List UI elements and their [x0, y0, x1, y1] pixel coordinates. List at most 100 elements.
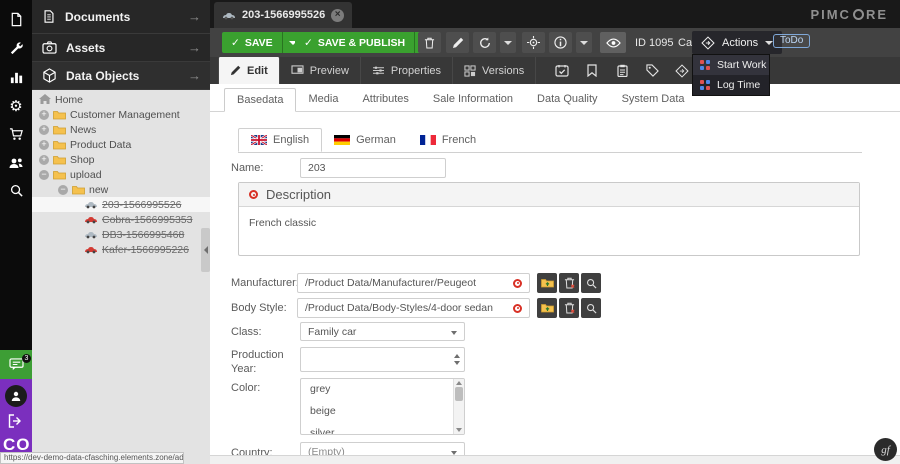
name-input[interactable]: 203	[300, 158, 446, 178]
body-style-label: Body Style:	[231, 301, 293, 315]
open-preview-eye-button[interactable]	[600, 32, 626, 53]
tab-media[interactable]: Media	[296, 88, 350, 112]
reload-dropdown-caret[interactable]	[500, 32, 516, 53]
save-button[interactable]: ✓SAVE	[222, 32, 303, 53]
tab-lang-french[interactable]: French	[408, 128, 488, 152]
expand-plus-icon[interactable]: +	[39, 155, 49, 165]
expand-plus-icon[interactable]: +	[39, 140, 49, 150]
notes-events-button[interactable]	[610, 57, 634, 84]
tab-attributes[interactable]: Attributes	[350, 88, 420, 112]
expand-plus-icon[interactable]: +	[39, 125, 49, 135]
expand-arrow-icon: →	[188, 40, 201, 55]
actions-caret	[765, 41, 773, 45]
tab-properties[interactable]: Properties	[361, 57, 453, 84]
settings-gear-icon[interactable]: ⚙	[0, 93, 32, 119]
color-option-beige[interactable]: beige	[301, 401, 464, 423]
search-icon[interactable]	[0, 177, 32, 203]
notifications-chat-button[interactable]: 3	[0, 350, 32, 379]
description-editor[interactable]: French classic	[239, 207, 859, 239]
locate-in-tree-button[interactable]	[522, 32, 545, 53]
class-select[interactable]: Family car	[300, 322, 465, 341]
workflow-button[interactable]	[670, 57, 694, 84]
language-tabs: English German French	[238, 128, 862, 153]
color-option-silver[interactable]: silver	[301, 423, 464, 435]
schedule-button[interactable]	[550, 57, 574, 84]
open-object-tab[interactable]: 203-1566995526 ×	[214, 2, 352, 28]
tab-edit[interactable]: Edit	[218, 57, 280, 84]
search-icon	[586, 303, 597, 314]
actions-button[interactable]: Actions	[692, 31, 782, 54]
accordion-data-objects[interactable]: Data Objects →	[32, 62, 210, 90]
body-style-href-input[interactable]: /Product Data/Body-Styles/4-door sedan	[297, 298, 530, 318]
body-style-search-button[interactable]	[581, 298, 601, 318]
chat-badge: 3	[22, 354, 31, 363]
accordion-documents-label: Documents	[65, 10, 130, 24]
body-style-open-button[interactable]	[537, 298, 557, 318]
object-id-label: ID 1095	[635, 37, 674, 49]
tab-versions[interactable]: Versions	[453, 57, 536, 84]
collapse-minus-icon[interactable]: −	[39, 170, 49, 180]
tree-item-car-kafer[interactable]: Kafer-1566995226	[32, 242, 210, 257]
panel-collapse-handle[interactable]	[201, 228, 210, 272]
tree-item-product-data[interactable]: + Product Data	[32, 137, 210, 152]
tree-item-home[interactable]: Home	[32, 92, 210, 107]
tree-item-car-cobra[interactable]: Cobra-1566995353	[32, 212, 210, 227]
color-multiselect[interactable]: grey beige silver	[300, 378, 465, 435]
rename-button[interactable]	[446, 32, 469, 53]
spinner-arrows[interactable]	[454, 354, 460, 365]
description-panel: Description French classic	[238, 182, 860, 256]
documents-nav-icon[interactable]	[0, 6, 32, 32]
manufacturer-clear-button[interactable]	[559, 273, 579, 293]
color-option-grey[interactable]: grey	[301, 379, 464, 401]
workflow-diamond-icon	[675, 64, 689, 78]
bookmark-button[interactable]	[580, 57, 604, 84]
tree-item-car-db3[interactable]: DB3-1566995468	[32, 227, 210, 242]
tree-item-customer-management[interactable]: + Customer Management	[32, 107, 210, 122]
save-publish-button[interactable]: ✓SAVE & PUBLISH	[295, 32, 435, 53]
uk-flag-icon	[251, 135, 267, 145]
expand-plus-icon[interactable]: +	[39, 110, 49, 120]
check-icon: ✓	[304, 37, 313, 49]
manufacturer-open-button[interactable]	[537, 273, 557, 293]
tree-item-new[interactable]: − new	[32, 182, 210, 197]
tab-system-data[interactable]: System Data	[610, 88, 697, 112]
ecommerce-cart-icon[interactable]	[0, 121, 32, 147]
tab-preview[interactable]: Preview	[280, 57, 361, 84]
tab-basedata[interactable]: Basedata	[224, 88, 296, 112]
collapse-minus-icon[interactable]: −	[58, 185, 68, 195]
tab-lang-english[interactable]: English	[238, 128, 322, 152]
body-style-clear-button[interactable]	[559, 298, 579, 318]
manufacturer-href-input[interactable]: /Product Data/Manufacturer/Peugeot	[297, 273, 530, 293]
manufacturer-search-button[interactable]	[581, 273, 601, 293]
tags-button[interactable]	[640, 57, 664, 84]
panel-bottom-edge	[210, 455, 900, 464]
info-button[interactable]	[549, 32, 572, 53]
accordion-documents[interactable]: Documents →	[32, 0, 210, 34]
tree-item-upload[interactable]: − upload	[32, 167, 210, 182]
menu-item-start-work[interactable]: Start Work	[693, 55, 769, 75]
tab-lang-german[interactable]: German	[322, 128, 408, 152]
accordion-assets[interactable]: Assets →	[32, 34, 210, 62]
tab-data-quality[interactable]: Data Quality	[525, 88, 610, 112]
reports-chart-icon[interactable]	[0, 64, 32, 90]
info-dropdown-caret[interactable]	[576, 32, 592, 53]
delete-button[interactable]	[418, 32, 441, 53]
accordion-assets-label: Assets	[66, 41, 105, 55]
tab-sale-information[interactable]: Sale Information	[421, 88, 525, 112]
sliders-icon	[372, 65, 385, 76]
folder-open-icon	[72, 185, 85, 195]
menu-item-log-time[interactable]: Log Time	[693, 75, 769, 95]
folder-icon	[53, 110, 66, 120]
list-scrollbar[interactable]	[453, 379, 464, 434]
production-year-spinner[interactable]	[300, 347, 465, 372]
browser-extension-badge[interactable]: gf	[874, 438, 897, 461]
close-tab-icon[interactable]: ×	[331, 9, 344, 22]
avatar[interactable]	[5, 385, 27, 407]
users-icon[interactable]	[0, 150, 32, 176]
tree-item-shop[interactable]: + Shop	[32, 152, 210, 167]
tools-wrench-icon[interactable]	[0, 35, 32, 61]
logout-icon[interactable]	[7, 413, 24, 429]
reload-button[interactable]	[473, 32, 496, 53]
tree-item-car-203[interactable]: 203-1566995526	[32, 197, 210, 212]
tree-item-news[interactable]: + News	[32, 122, 210, 137]
